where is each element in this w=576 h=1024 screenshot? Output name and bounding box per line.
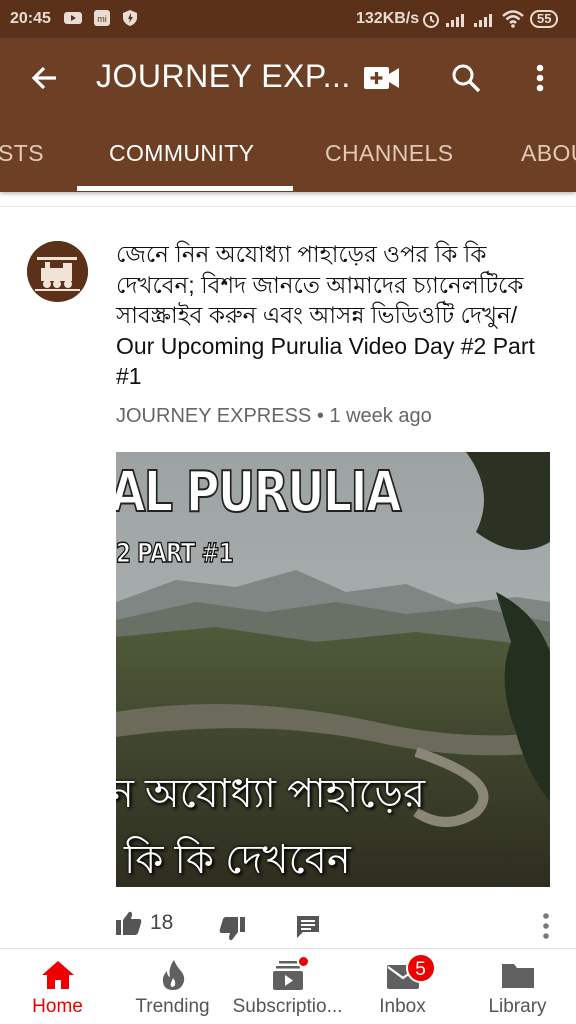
thumbs-up-icon [116, 911, 142, 935]
home-icon [41, 961, 74, 989]
signal-icon [446, 14, 464, 27]
nav-subscriptions-label: Subscriptio... [232, 996, 343, 1017]
channel-avatar[interactable] [27, 241, 88, 302]
network-speed: 132KB/s [356, 10, 420, 27]
wifi-icon [502, 10, 524, 28]
signal-icon [474, 14, 492, 27]
active-tab-indicator [77, 186, 293, 191]
svg-text:mi: mi [97, 14, 107, 24]
post-actions: 18 [0, 907, 576, 947]
train-logo-icon [27, 241, 88, 302]
nav-inbox[interactable]: 5 Inbox [345, 949, 460, 1024]
like-button[interactable]: 18 [116, 911, 173, 935]
comment-icon [297, 916, 319, 938]
image-title-text: AL PURULIA [116, 459, 402, 526]
status-time: 20:45 [10, 10, 51, 27]
channel-title: JOURNEY EXP... [96, 58, 351, 94]
inbox-badge: 5 [405, 953, 436, 983]
nav-home[interactable]: Home [0, 949, 115, 1024]
nav-subscriptions[interactable]: Subscriptio... [230, 949, 345, 1024]
thumbs-down-icon [219, 917, 245, 941]
post-menu-button[interactable] [542, 913, 550, 939]
image-bengali-line1: ন অযোধ্যা পাহাড়ের [116, 772, 426, 816]
tab-about[interactable]: ABOU [521, 140, 576, 167]
search-icon [452, 64, 481, 93]
tab-posts[interactable]: STS [0, 140, 44, 167]
nav-trending-label: Trending [135, 996, 210, 1017]
alarm-icon [423, 12, 439, 28]
channel-tabs: STS COMMUNITY CHANNELS ABOU [0, 118, 576, 192]
post-image[interactable]: AL PURULIA 2 PART #1 ন অযোধ্যা পাহাড়ের … [116, 452, 550, 887]
post-author[interactable]: JOURNEY EXPRESS [116, 405, 311, 427]
meta-separator: • [316, 405, 324, 427]
subscriptions-icon-wrap [270, 955, 310, 991]
back-button[interactable] [20, 54, 68, 102]
app-bar: JOURNEY EXP... [0, 38, 576, 118]
inbox-icon-wrap: 5 [385, 953, 436, 991]
more-options-button[interactable] [516, 54, 564, 102]
bottom-navigation: Home Trending Subscriptio... 5 Inbox Lib… [0, 948, 576, 1024]
nav-inbox-label: Inbox [379, 996, 426, 1017]
comment-button[interactable] [296, 915, 320, 939]
image-bengali-line2: কি কি দেখবেন [124, 838, 351, 882]
search-button[interactable] [442, 54, 490, 102]
back-arrow-icon [31, 66, 56, 90]
mi-icon: mi [94, 10, 110, 26]
post-meta: JOURNEY EXPRESS • 1 week ago [116, 405, 432, 428]
community-post: জেনে নিন অযোধ্যা পাহাড়ের ওপর কি কি দেখব… [0, 206, 576, 948]
post-text: জেনে নিন অযোধ্যা পাহাড়ের ওপর কি কি দেখব… [116, 241, 535, 389]
trending-icon [162, 960, 184, 990]
more-vert-icon [536, 64, 544, 92]
image-subtitle-text: 2 PART #1 [116, 537, 234, 570]
library-icon [501, 964, 534, 988]
nav-library[interactable]: Library [460, 949, 575, 1024]
like-count: 18 [150, 911, 174, 934]
new-content-dot [296, 955, 310, 968]
shield-icon [123, 10, 137, 26]
nav-trending[interactable]: Trending [115, 949, 230, 1024]
youtube-notif-icon [64, 12, 82, 24]
nav-library-label: Library [488, 996, 547, 1017]
nav-home-label: Home [32, 996, 83, 1017]
battery-icon: 55 [530, 10, 559, 28]
status-bar: 20:45 mi 132KB/s 55 [0, 0, 576, 38]
video-add-icon [364, 67, 399, 89]
create-post-button[interactable] [358, 54, 406, 102]
more-vert-icon [543, 913, 549, 939]
tab-community[interactable]: COMMUNITY [109, 140, 254, 167]
dislike-button[interactable] [219, 917, 245, 941]
tab-channels[interactable]: CHANNELS [325, 140, 453, 167]
post-time: 1 week ago [329, 405, 432, 427]
